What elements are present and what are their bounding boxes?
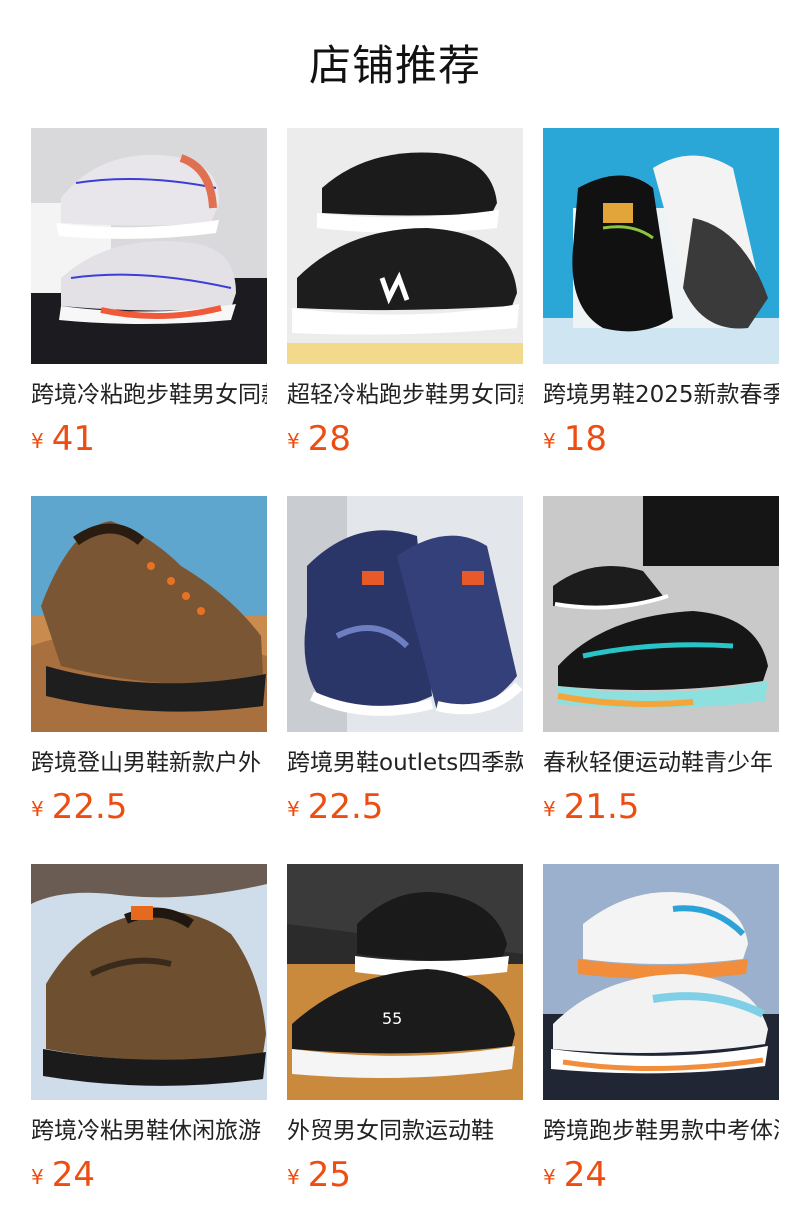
price-amount: 18 [563, 419, 607, 459]
price-amount: 41 [51, 419, 95, 459]
product-price: ¥22.5 [31, 786, 267, 828]
price-amount: 25 [307, 1155, 351, 1195]
price-amount: 28 [307, 419, 351, 459]
product-name: 跨境跑步鞋男款中考体测 [543, 1118, 779, 1144]
product-card[interactable]: 跨境跑步鞋男款中考体测 ¥24 [543, 864, 779, 1200]
product-name: 跨境男鞋2025新款春季 [543, 382, 779, 408]
product-price: ¥21.5 [543, 786, 779, 828]
product-name: 跨境登山男鞋新款户外 [31, 750, 261, 776]
product-price: ¥22.5 [287, 786, 523, 828]
product-grid: 跨境冷粘跑步鞋男女同款 ¥41 超轻冷粘跑步鞋男女同款 ¥28 跨境男鞋2025… [31, 128, 779, 1200]
section-title: 店铺推荐 [308, 41, 481, 90]
price-amount: 22.5 [307, 787, 384, 827]
product-name: 跨境冷粘跑步鞋男女同款 [31, 382, 267, 408]
product-price: ¥18 [543, 418, 779, 460]
price-amount: 22.5 [51, 787, 128, 827]
product-price: ¥25 [287, 1154, 523, 1196]
product-image[interactable] [543, 864, 779, 1100]
currency-symbol: ¥ [31, 429, 44, 453]
product-price: ¥24 [543, 1154, 779, 1196]
product-card[interactable]: 跨境男鞋2025新款春季 ¥18 [543, 128, 779, 464]
product-card[interactable]: 55 外贸男女同款运动鞋 ¥25 [287, 864, 523, 1200]
product-name: 超轻冷粘跑步鞋男女同款 [287, 382, 523, 408]
product-image[interactable] [31, 128, 267, 364]
product-image[interactable] [287, 496, 523, 732]
price-amount: 24 [563, 1155, 607, 1195]
product-image[interactable] [31, 496, 267, 732]
currency-symbol: ¥ [31, 797, 44, 821]
product-name: 跨境男鞋outlets四季款 [287, 750, 523, 776]
product-card[interactable]: 超轻冷粘跑步鞋男女同款 ¥28 [287, 128, 523, 464]
product-image[interactable] [287, 128, 523, 364]
product-image[interactable] [543, 496, 779, 732]
product-image[interactable] [31, 864, 267, 1100]
product-price: ¥28 [287, 418, 523, 460]
currency-symbol: ¥ [543, 797, 556, 821]
price-amount: 24 [51, 1155, 95, 1195]
product-card[interactable]: 跨境男鞋outlets四季款 ¥22.5 [287, 496, 523, 832]
product-price: ¥41 [31, 418, 267, 460]
product-card[interactable]: 跨境冷粘跑步鞋男女同款 ¥41 [31, 128, 267, 464]
product-card[interactable]: 跨境登山男鞋新款户外 ¥22.5 [31, 496, 267, 832]
product-image[interactable] [543, 128, 779, 364]
svg-text:55: 55 [382, 1009, 402, 1028]
currency-symbol: ¥ [543, 1165, 556, 1189]
currency-symbol: ¥ [287, 797, 300, 821]
product-name: 春秋轻便运动鞋青少年 [543, 750, 773, 776]
product-card[interactable]: 春秋轻便运动鞋青少年 ¥21.5 [543, 496, 779, 832]
currency-symbol: ¥ [287, 1165, 300, 1189]
currency-symbol: ¥ [543, 429, 556, 453]
product-name: 跨境冷粘男鞋休闲旅游 [31, 1118, 261, 1144]
currency-symbol: ¥ [31, 1165, 44, 1189]
product-price: ¥24 [31, 1154, 267, 1196]
product-name: 外贸男女同款运动鞋 [287, 1118, 494, 1144]
price-amount: 21.5 [563, 787, 640, 827]
product-card[interactable]: 跨境冷粘男鞋休闲旅游 ¥24 [31, 864, 267, 1200]
store-recommendations: 店铺推荐 跨境冷粘跑步鞋男女同款 ¥ 41 超轻冷粘跑步鞋男女同款 ¥ 28 跨… [0, 0, 790, 1232]
currency-symbol: ¥ [287, 429, 300, 453]
product-image[interactable]: 55 [287, 864, 523, 1100]
